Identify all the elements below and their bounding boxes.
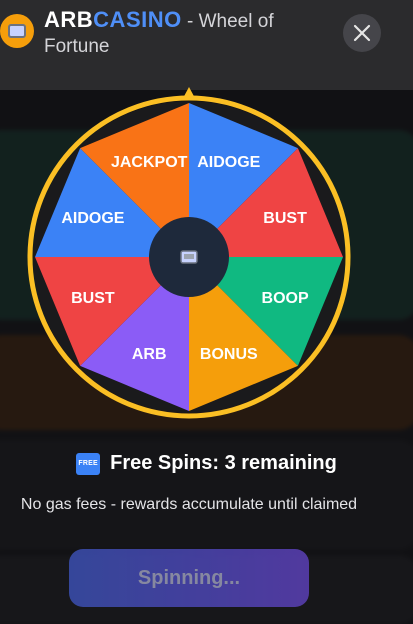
wheel-segment-label: BOOP <box>262 290 309 307</box>
wheel-segment-label: JACKPOT <box>111 154 188 171</box>
free-spins-text: Free Spins: 3 remaining <box>110 452 337 474</box>
wheel-pointer <box>182 87 196 100</box>
fortune-wheel: AIDOGE BUST BOOP BONUS ARB BUST AIDOGE JACKPOT <box>27 87 351 419</box>
wheel-segment-label: AIDOGE <box>61 210 124 227</box>
gas-fee-note: No gas fees - rewards accumulate until c… <box>20 496 358 513</box>
slot-machine-icon <box>180 250 198 264</box>
wheel-segment-label: BUST <box>263 210 307 227</box>
wheel-segment-label: BUST <box>71 290 115 307</box>
free-badge-icon: FREE <box>76 452 101 475</box>
wheel-segment-label: ARB <box>132 346 167 363</box>
free-spins-status: FREE Free Spins: 3 remaining <box>0 452 413 475</box>
spin-button[interactable]: Spinning... <box>69 549 309 607</box>
wheel-segment-label: AIDOGE <box>197 154 260 171</box>
wheel-segment-label: BONUS <box>200 346 258 363</box>
